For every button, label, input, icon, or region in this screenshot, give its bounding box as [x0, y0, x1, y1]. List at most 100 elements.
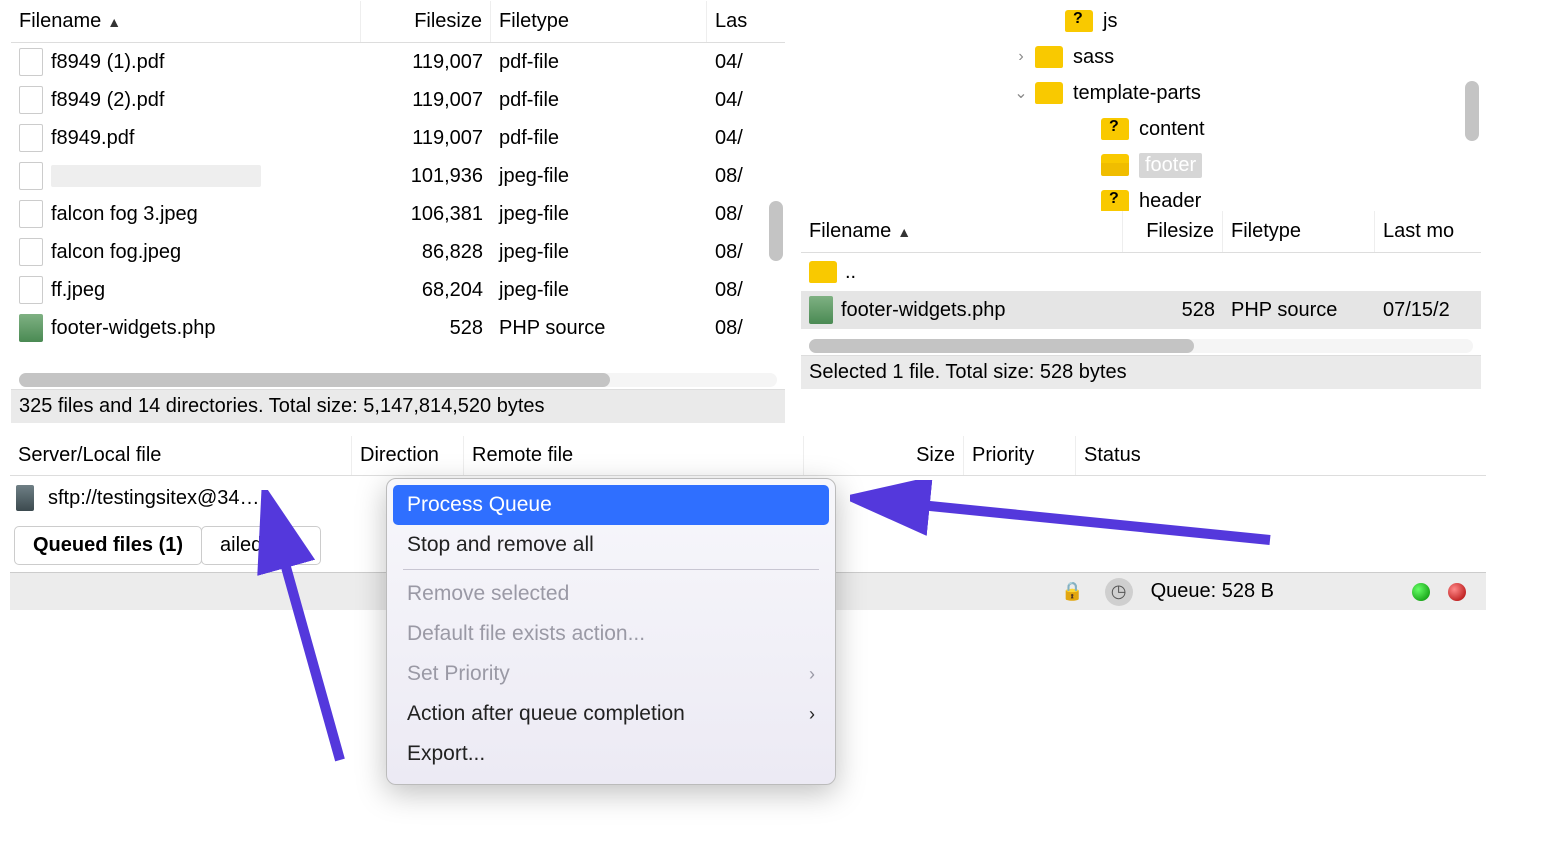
file-row[interactable]: 101,936 jpeg-file 08/: [11, 157, 785, 195]
tab-queued-files[interactable]: Queued files (1): [14, 526, 202, 565]
speed-gauge-icon[interactable]: ◷: [1105, 578, 1133, 606]
tree-item[interactable]: js: [801, 3, 1481, 39]
remote-status: Selected 1 file. Total size: 528 bytes: [801, 355, 1481, 389]
remote-panel: js › sass ⌄ template-parts content foote…: [800, 0, 1482, 424]
col-filename[interactable]: Filename ▲: [11, 1, 361, 42]
col-filetype-remote[interactable]: Filetype: [1223, 211, 1375, 252]
jpeg-file-icon: [19, 238, 43, 266]
remote-column-headers[interactable]: Filename ▲ Filesize Filetype Last mo: [801, 211, 1481, 253]
file-last: 04/: [707, 89, 767, 112]
file-name: ff.jpeg: [51, 279, 105, 302]
qcol-direction[interactable]: Direction: [352, 436, 464, 475]
ctx-set-priority: Set Priority ›: [387, 654, 835, 694]
ctx-process-queue[interactable]: Process Queue: [393, 485, 829, 525]
local-file-list[interactable]: f8949 (1).pdf 119,007 pdf-file 04/ f8949…: [11, 43, 785, 369]
col-filename-label: Filename: [19, 10, 101, 33]
qcol-priority[interactable]: Priority: [964, 436, 1076, 475]
file-name: footer-widgets.php: [841, 299, 1006, 322]
tree-item[interactable]: header: [801, 183, 1481, 211]
queue-size-label: Queue: 528 B: [1151, 580, 1274, 603]
activity-send-led: [1412, 583, 1430, 601]
tree-label: content: [1139, 118, 1205, 141]
disclosure-icon[interactable]: [1077, 155, 1097, 175]
file-row[interactable]: falcon fog.jpeg 86,828 jpeg-file 08/: [11, 233, 785, 271]
file-size: 528: [1123, 299, 1223, 322]
queue-server-label: sftp://testingsitex@34…: [48, 487, 260, 510]
file-type: PHP source: [1223, 299, 1375, 322]
queue-column-headers[interactable]: Server/Local file Direction Remote file …: [10, 436, 1486, 476]
php-file-icon: [19, 314, 43, 342]
file-last: 08/: [707, 279, 767, 302]
redacted-filename: [51, 165, 261, 187]
qcol-size[interactable]: Size: [804, 436, 964, 475]
file-row[interactable]: footer-widgets.php 528 PHP source 07/15/…: [801, 291, 1481, 329]
remote-v-scrollbar[interactable]: [1465, 81, 1479, 141]
file-row[interactable]: footer-widgets.php 528 PHP source 08/: [11, 309, 785, 347]
file-size: 86,828: [361, 241, 491, 264]
disclosure-icon[interactable]: [1077, 191, 1097, 211]
ctx-separator: [403, 569, 819, 570]
file-last: 08/: [707, 317, 767, 340]
file-type: jpeg-file: [491, 203, 707, 226]
col-lastmod[interactable]: Las: [707, 1, 767, 42]
file-row[interactable]: falcon fog 3.jpeg 106,381 jpeg-file 08/: [11, 195, 785, 233]
folder-icon: [1065, 10, 1093, 32]
qcol-status[interactable]: Status: [1076, 436, 1366, 475]
col-filetype[interactable]: Filetype: [491, 1, 707, 42]
file-type: pdf-file: [491, 89, 707, 112]
folder-icon: [1101, 118, 1129, 140]
jpeg-file-icon: [19, 200, 43, 228]
folder-icon: [1035, 46, 1063, 68]
ctx-export[interactable]: Export...: [387, 734, 835, 774]
col-filesize-remote[interactable]: Filesize: [1123, 211, 1223, 252]
tree-item[interactable]: ⌄ template-parts: [801, 75, 1481, 111]
col-lastmod-remote[interactable]: Last mo: [1375, 211, 1465, 252]
folder-up-file-icon: [809, 261, 837, 283]
file-last: 08/: [707, 241, 767, 264]
local-status: 325 files and 14 directories. Total size…: [11, 389, 785, 423]
col-filename-remote[interactable]: Filename ▲: [801, 211, 1123, 252]
ctx-stop-remove-all[interactable]: Stop and remove all: [387, 525, 835, 565]
remote-file-list[interactable]: .. footer-widgets.php 528 PHP source 07/…: [801, 253, 1481, 335]
file-size: 101,936: [361, 165, 491, 188]
file-row[interactable]: f8949 (1).pdf 119,007 pdf-file 04/: [11, 43, 785, 81]
ctx-action-after-completion[interactable]: Action after queue completion ›: [387, 694, 835, 734]
file-type: PHP source: [491, 317, 707, 340]
local-h-scrollbar[interactable]: [19, 373, 777, 387]
file-row[interactable]: ..: [801, 253, 1481, 291]
tree-item[interactable]: footer: [801, 147, 1481, 183]
remote-tree[interactable]: js › sass ⌄ template-parts content foote…: [801, 1, 1481, 211]
ctx-default-file-exists: Default file exists action...: [387, 614, 835, 654]
file-row[interactable]: ff.jpeg 68,204 jpeg-file 08/: [11, 271, 785, 309]
file-row[interactable]: f8949.pdf 119,007 pdf-file 04/: [11, 119, 785, 157]
folder-icon: [1101, 154, 1129, 176]
jpeg-file-icon: [19, 162, 43, 190]
file-type: jpeg-file: [491, 165, 707, 188]
tab-failed-transfers[interactable]: ailed tran: [201, 526, 321, 565]
disclosure-icon[interactable]: [1041, 11, 1061, 31]
local-column-headers[interactable]: Filename ▲ Filesize Filetype Las: [11, 1, 785, 43]
qcol-remote[interactable]: Remote file: [464, 436, 804, 475]
disclosure-icon[interactable]: ⌄: [1011, 83, 1031, 103]
file-size: 119,007: [361, 89, 491, 112]
file-type: jpeg-file: [491, 241, 707, 264]
file-type: pdf-file: [491, 127, 707, 150]
local-v-scrollbar[interactable]: [769, 201, 783, 261]
tree-item[interactable]: content: [801, 111, 1481, 147]
disclosure-icon[interactable]: [1077, 119, 1097, 139]
lock-icon[interactable]: 🔒: [1059, 578, 1087, 606]
ctx-remove-selected: Remove selected: [387, 574, 835, 614]
sort-ascending-icon: ▲: [107, 14, 121, 30]
server-icon: [16, 485, 34, 511]
tree-item[interactable]: › sass: [801, 39, 1481, 75]
remote-h-scrollbar[interactable]: [809, 339, 1473, 353]
qcol-server[interactable]: Server/Local file: [10, 436, 352, 475]
col-filesize[interactable]: Filesize: [361, 1, 491, 42]
file-row[interactable]: f8949 (2).pdf 119,007 pdf-file 04/: [11, 81, 785, 119]
local-file-panel: Filename ▲ Filesize Filetype Las f8949 (…: [10, 0, 786, 424]
tree-label: js: [1103, 10, 1117, 33]
disclosure-icon[interactable]: ›: [1011, 47, 1031, 67]
activity-recv-led: [1448, 583, 1466, 601]
file-type: pdf-file: [491, 51, 707, 74]
file-type: jpeg-file: [491, 279, 707, 302]
